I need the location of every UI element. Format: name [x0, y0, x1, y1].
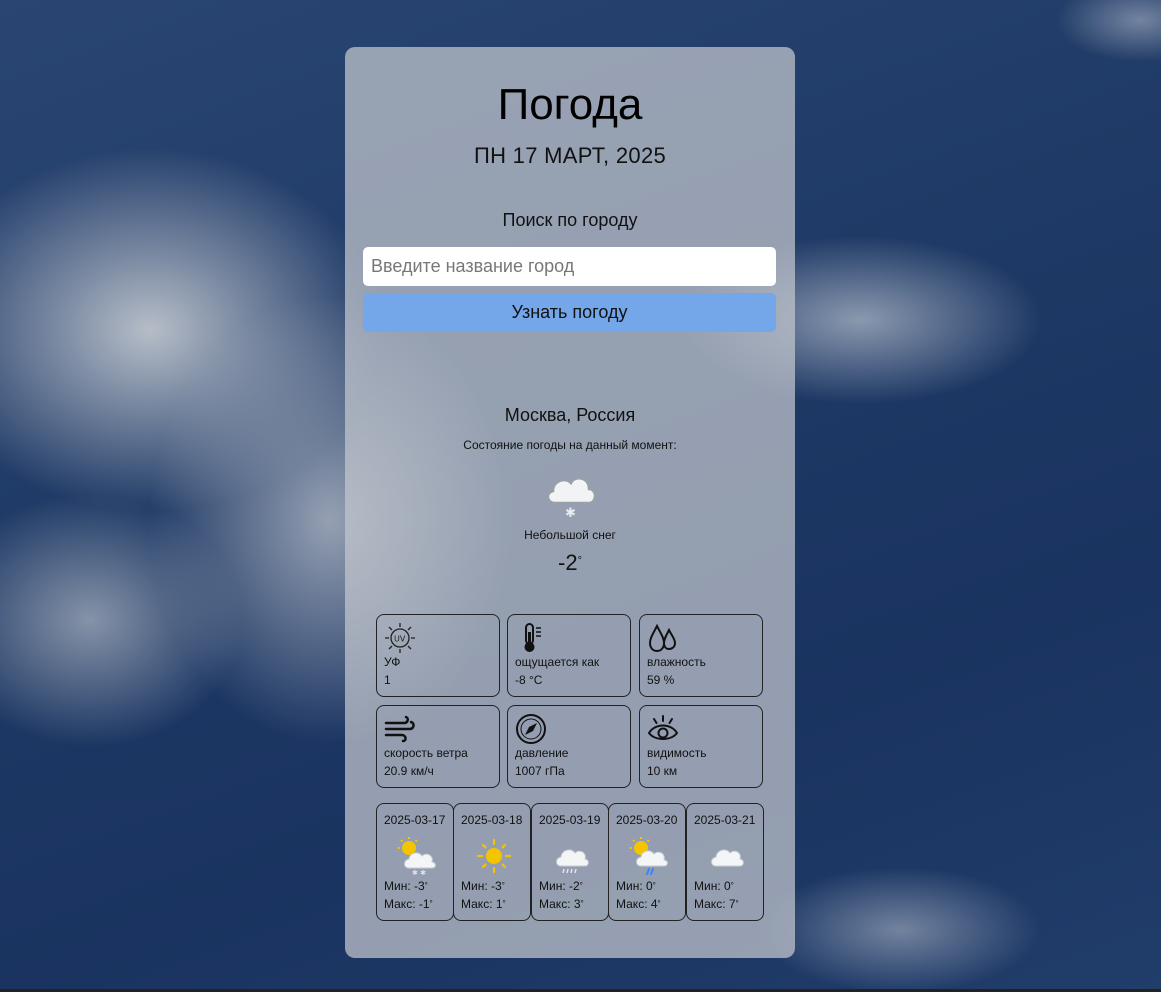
forecast-min-text: Мин: 0	[616, 879, 653, 893]
detail-value: 1007 гПа	[515, 764, 565, 778]
degree-symbol: °	[577, 555, 582, 567]
degree-symbol: °	[657, 899, 661, 908]
forecast-day-2: 2025-03-18 Мин: -3° Макс: 1°	[453, 803, 531, 921]
forecast-min: Мин: 0°	[616, 878, 656, 894]
detail-value: 20.9 км/ч	[384, 764, 434, 778]
cloud-sleet-icon	[556, 849, 589, 874]
degree-symbol: °	[501, 881, 505, 890]
forecast-min-text: Мин: 0	[694, 879, 731, 893]
detail-value: 59 %	[647, 673, 675, 687]
degree-symbol: °	[580, 899, 584, 908]
forecast-min: Мин: -3°	[461, 878, 505, 894]
detail-label: скорость ветра	[384, 746, 468, 760]
forecast-max: Макс: 3°	[539, 896, 584, 912]
forecast-max-text: Макс: 1	[461, 897, 503, 911]
forecast-max: Макс: 1°	[461, 896, 506, 912]
degree-symbol: °	[735, 899, 739, 908]
detail-label: УФ	[384, 655, 401, 669]
cloud-snow-icon: ✱	[546, 476, 597, 521]
get-weather-button[interactable]: Узнать погоду	[363, 293, 776, 332]
forecast-max-text: Макс: 4	[616, 897, 658, 911]
detail-value: 1	[384, 673, 391, 687]
pressure-icon	[516, 714, 546, 744]
forecast-day-4: 2025-03-20 Мин: 0° Макс: 4°	[608, 803, 686, 921]
degree-symbol: °	[579, 881, 583, 890]
uv-icon: UV	[385, 623, 415, 653]
cloud-icon	[711, 849, 744, 867]
forecast-max-text: Макс: 3	[539, 897, 581, 911]
search-label: Поиск по городу	[502, 210, 638, 230]
location-name: Москва, Россия	[504, 405, 636, 425]
detail-tile-visibility: видимость 10 км	[639, 705, 763, 788]
detail-label: давление	[515, 746, 569, 760]
sun-cloud-rain-icon	[630, 837, 668, 875]
current-status-caption: Состояние погоды на данный момент:	[463, 438, 677, 452]
forecast-max-text: Макс: 7	[694, 897, 736, 911]
forecast-min: Мин: -2°	[539, 878, 583, 894]
forecast-date: 2025-03-19	[539, 813, 601, 827]
current-condition: Небольшой снег	[524, 528, 616, 542]
forecast-min: Мин: 0°	[694, 878, 734, 894]
forecast-day-5: 2025-03-21 Мин: 0° Макс: 7°	[686, 803, 764, 921]
current-temperature: -2°	[345, 550, 795, 576]
forecast-max: Макс: -1°	[384, 896, 433, 912]
detail-tile-uv: UV УФ 1	[376, 614, 500, 697]
svg-text:✱: ✱	[565, 506, 576, 521]
detail-tile-pressure: давление 1007 гПа	[507, 705, 631, 788]
forecast-min: Мин: -3°	[384, 878, 428, 894]
humidity-icon	[648, 623, 677, 653]
temperature-value: -2	[558, 550, 578, 575]
detail-tile-feels-like: ощущается как -8 °C	[507, 614, 631, 697]
forecast-day-1: 2025-03-17 ✱ ✱ Мин: -3° Макс: -1°	[376, 803, 454, 921]
degree-symbol: °	[502, 899, 506, 908]
forecast-min-text: Мин: -3	[461, 879, 502, 893]
sun-icon	[476, 838, 512, 874]
forecast-min-text: Мин: -2	[539, 879, 580, 893]
sun-cloud-snow-icon: ✱ ✱	[398, 837, 436, 876]
degree-symbol: °	[424, 881, 428, 890]
degree-symbol: °	[429, 899, 433, 908]
forecast-date: 2025-03-21	[694, 813, 756, 827]
visibility-icon	[647, 715, 679, 740]
weather-card: Погода ПН 17 МАРТ, 2025 Поиск по городу …	[345, 47, 795, 958]
degree-symbol: °	[730, 881, 734, 890]
forecast-day-3: 2025-03-19 Мин: -2° Макс: 3°	[531, 803, 609, 921]
detail-label: видимость	[647, 746, 707, 760]
degree-symbol: °	[652, 881, 656, 890]
svg-text:✱ ✱: ✱ ✱	[412, 869, 426, 876]
svg-text:UV: UV	[394, 635, 406, 644]
city-search-input[interactable]	[363, 247, 776, 286]
forecast-max-text: Макс: -1	[384, 897, 430, 911]
forecast-max: Макс: 7°	[694, 896, 739, 912]
current-date: ПН 17 МАРТ, 2025	[473, 143, 667, 168]
detail-value: -8 °C	[515, 673, 543, 687]
detail-tile-wind: скорость ветра 20.9 км/ч	[376, 705, 500, 788]
forecast-max: Макс: 4°	[616, 896, 661, 912]
detail-label: ощущается как	[515, 655, 600, 669]
detail-tile-humidity: влажность 59 %	[639, 614, 763, 697]
forecast-date: 2025-03-20	[616, 813, 678, 827]
forecast-min-text: Мин: -3	[384, 879, 425, 893]
forecast-date: 2025-03-17	[384, 813, 446, 827]
wind-icon	[384, 715, 415, 743]
detail-value: 10 км	[647, 764, 678, 778]
forecast-date: 2025-03-18	[461, 813, 523, 827]
page-title: Погода	[497, 80, 643, 129]
detail-label: влажность	[647, 655, 706, 669]
thermometer-icon	[524, 623, 541, 652]
